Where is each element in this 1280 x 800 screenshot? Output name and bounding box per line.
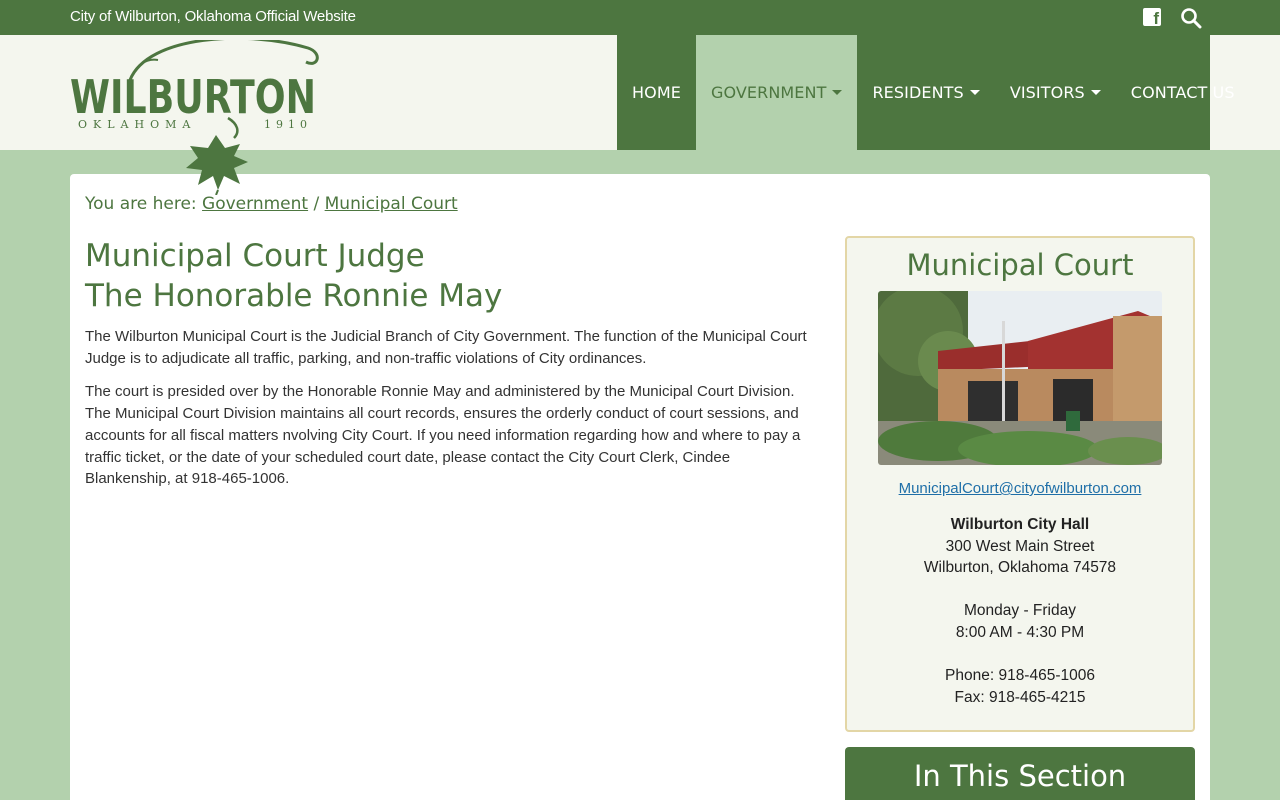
page-title: Municipal Court Judge The Honorable Ronn… [85, 236, 502, 316]
contact-info: Wilburton City Hall 300 West Main Street… [847, 514, 1193, 708]
logo-year: 1910 [264, 118, 312, 131]
caret-down-icon [832, 90, 843, 95]
page-body: The Wilburton Municipal Court is the Jud… [85, 326, 820, 502]
page-title-line2: The Honorable Ronnie May [85, 278, 503, 314]
main-nav: HOME GOVERNMENT RESIDENTS VISITORS CONTA… [617, 35, 1235, 150]
court-email-link[interactable]: MunicipalCourt@cityofwilburton.com [847, 480, 1193, 497]
page-title-line1: Municipal Court Judge [85, 238, 425, 274]
caret-down-icon [1090, 90, 1101, 95]
breadcrumb-link-government[interactable]: Government [202, 194, 308, 214]
municipal-court-card: Municipal Court MunicipalCourt@cityofwil… [845, 236, 1195, 732]
logo-state: OKLAHOMA [78, 118, 196, 131]
fax-number: Fax: 918-465-4215 [954, 688, 1086, 706]
nav-residents[interactable]: RESIDENTS [857, 35, 994, 150]
nav-visitors[interactable]: VISITORS [995, 35, 1116, 150]
content-panel: You are here: Government / Municipal Cou… [70, 174, 1210, 800]
breadcrumb: You are here: Government / Municipal Cou… [85, 194, 458, 214]
body-paragraph: The court is presided over by the Honora… [85, 383, 801, 488]
nav-government[interactable]: GOVERNMENT [695, 35, 858, 150]
address-line-2: Wilburton, Oklahoma 74578 [923, 559, 1117, 577]
in-this-section-box: In This Section [845, 747, 1195, 800]
breadcrumb-link-municipal-court[interactable]: Municipal Court [325, 194, 458, 214]
wilburton-logo[interactable]: WILBURTON OKLAHOMA 1910 [68, 40, 328, 195]
caret-down-icon [969, 90, 980, 95]
card-title: Municipal Court [906, 248, 1134, 282]
section-title: In This Section [913, 759, 1127, 793]
address-line-1: 300 West Main Street [945, 537, 1095, 555]
breadcrumb-prefix: You are here: [85, 194, 197, 214]
logo-wordmark: WILBURTON [70, 70, 316, 124]
location-name: Wilburton City Hall [950, 516, 1090, 533]
leaf-icon [186, 135, 248, 195]
breadcrumb-separator: / [313, 194, 320, 214]
nav-contact-us[interactable]: CONTACT US [1116, 35, 1250, 150]
site-title: City of Wilburton, Oklahoma Official Web… [70, 8, 356, 25]
facebook-icon[interactable]: f [1143, 8, 1161, 28]
nav-home[interactable]: HOME [617, 35, 696, 150]
hours-days: Monday - Friday [964, 602, 1076, 620]
hours-time: 8:00 AM - 4:30 PM [955, 623, 1085, 641]
body-paragraph: The Wilburton Municipal Court is the Jud… [85, 328, 807, 367]
phone-number: Phone: 918-465-1006 [945, 667, 1095, 685]
search-icon[interactable] [1180, 7, 1202, 29]
top-bar: City of Wilburton, Oklahoma Official Web… [0, 0, 1280, 35]
city-hall-photo [878, 291, 1162, 465]
